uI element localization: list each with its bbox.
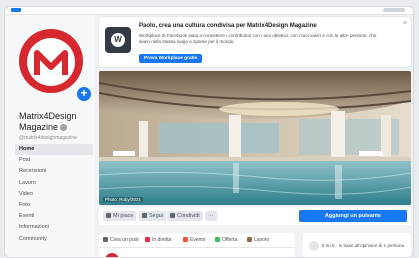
workplace-icon-letter: W bbox=[111, 33, 125, 47]
share-label: Condividi bbox=[177, 213, 200, 219]
workplace-icon: W bbox=[105, 27, 131, 53]
share-button[interactable]: Condividi bbox=[167, 211, 203, 221]
follow-button[interactable]: Segui bbox=[139, 211, 167, 221]
rating-summary-text: 5 su 5 · in base all'opinione di 1 perso… bbox=[322, 243, 405, 248]
rating-summary-card: 5 su 5 · in base all'opinione di 1 perso… bbox=[303, 233, 411, 257]
page-navigation: Home Post Recensioni Lavoro Video Foto E… bbox=[15, 144, 93, 245]
thumbs-up-icon bbox=[106, 213, 111, 218]
follow-label: Segui bbox=[149, 213, 164, 219]
browser-window: + Matrix4Design Magazine @matrix4designm… bbox=[4, 6, 414, 258]
sidebar-item-eventi[interactable]: Eventi bbox=[15, 211, 93, 222]
sidebar-item-lavoro[interactable]: Lavoro bbox=[15, 178, 93, 189]
like-page-button[interactable]: Mi piace bbox=[103, 211, 137, 221]
tab-live-label: In diretta bbox=[152, 237, 172, 243]
cover-photo-image bbox=[99, 71, 411, 205]
tab-event-label: Evento bbox=[190, 237, 206, 243]
composer-divider bbox=[99, 247, 295, 248]
page-avatar[interactable] bbox=[19, 29, 83, 93]
page-title: Matrix4Design Magazine bbox=[19, 111, 99, 133]
facebook-logo[interactable] bbox=[11, 8, 21, 12]
tab-offer-label: Offerta bbox=[222, 237, 238, 243]
tab-event[interactable]: Evento bbox=[183, 237, 206, 243]
top-bar-actions[interactable] bbox=[383, 8, 405, 12]
add-photo-icon[interactable]: + bbox=[75, 85, 93, 103]
tab-live[interactable]: In diretta bbox=[145, 237, 171, 243]
sidebar-item-post[interactable]: Post bbox=[15, 155, 93, 166]
sidebar-item-community[interactable]: Community bbox=[15, 234, 93, 245]
try-workplace-button[interactable]: Prova Workplace gratis bbox=[139, 54, 203, 63]
page-handle[interactable]: @matrix4designmagazine bbox=[19, 135, 77, 141]
tab-job-label: Lavoro bbox=[254, 237, 270, 243]
page-name-text: Matrix4Design Magazine bbox=[19, 111, 77, 132]
sidebar-item-recensioni[interactable]: Recensioni bbox=[15, 166, 93, 177]
cover-photo[interactable]: Photo: Ruby/2021 bbox=[99, 71, 411, 205]
tab-create-post[interactable]: Crea un post bbox=[103, 237, 139, 243]
top-navigation-bar bbox=[5, 7, 413, 15]
composer-avatar bbox=[105, 253, 119, 257]
tab-job[interactable]: Lavoro bbox=[247, 237, 269, 243]
share-icon bbox=[170, 213, 175, 218]
sidebar-item-home[interactable]: Home bbox=[15, 144, 93, 156]
verified-icon bbox=[60, 124, 68, 132]
pencil-icon bbox=[103, 237, 108, 242]
live-video-icon bbox=[145, 237, 150, 242]
briefcase-icon bbox=[247, 237, 252, 242]
sidebar-item-informazioni[interactable]: Informazioni bbox=[15, 222, 93, 233]
add-button-cta[interactable]: Aggiungi un pulsante bbox=[299, 210, 407, 222]
close-icon[interactable]: × bbox=[403, 20, 407, 27]
calendar-icon bbox=[183, 237, 188, 242]
cover-photo-credit: Photo: Ruby/2021 bbox=[103, 197, 144, 202]
post-composer: Crea un post In diretta Evento Offerta L… bbox=[99, 233, 295, 257]
sidebar-item-foto[interactable]: Foto bbox=[15, 200, 93, 211]
tab-offer[interactable]: Offerta bbox=[215, 237, 237, 243]
offer-tag-icon bbox=[215, 237, 220, 242]
page-sidebar: + Matrix4Design Magazine @matrix4designm… bbox=[5, 15, 95, 257]
page-action-bar: Mi piace Segui Condividi ··· Aggiungi un… bbox=[99, 207, 411, 225]
matrix4design-logo bbox=[27, 38, 75, 86]
like-label: Mi piace bbox=[113, 213, 134, 219]
rss-icon bbox=[142, 213, 147, 218]
more-options-button[interactable]: ··· bbox=[205, 211, 217, 221]
sidebar-item-video[interactable]: Video bbox=[15, 189, 93, 200]
banner-title: Paolo, crea una cultura condivisa per Ma… bbox=[139, 23, 317, 29]
banner-text: Workplace di Facebook aiuta a connettere… bbox=[139, 33, 377, 44]
workplace-promo-banner: W Paolo, crea una cultura condivisa per … bbox=[99, 17, 411, 67]
tab-create-post-label: Crea un post bbox=[110, 237, 139, 243]
